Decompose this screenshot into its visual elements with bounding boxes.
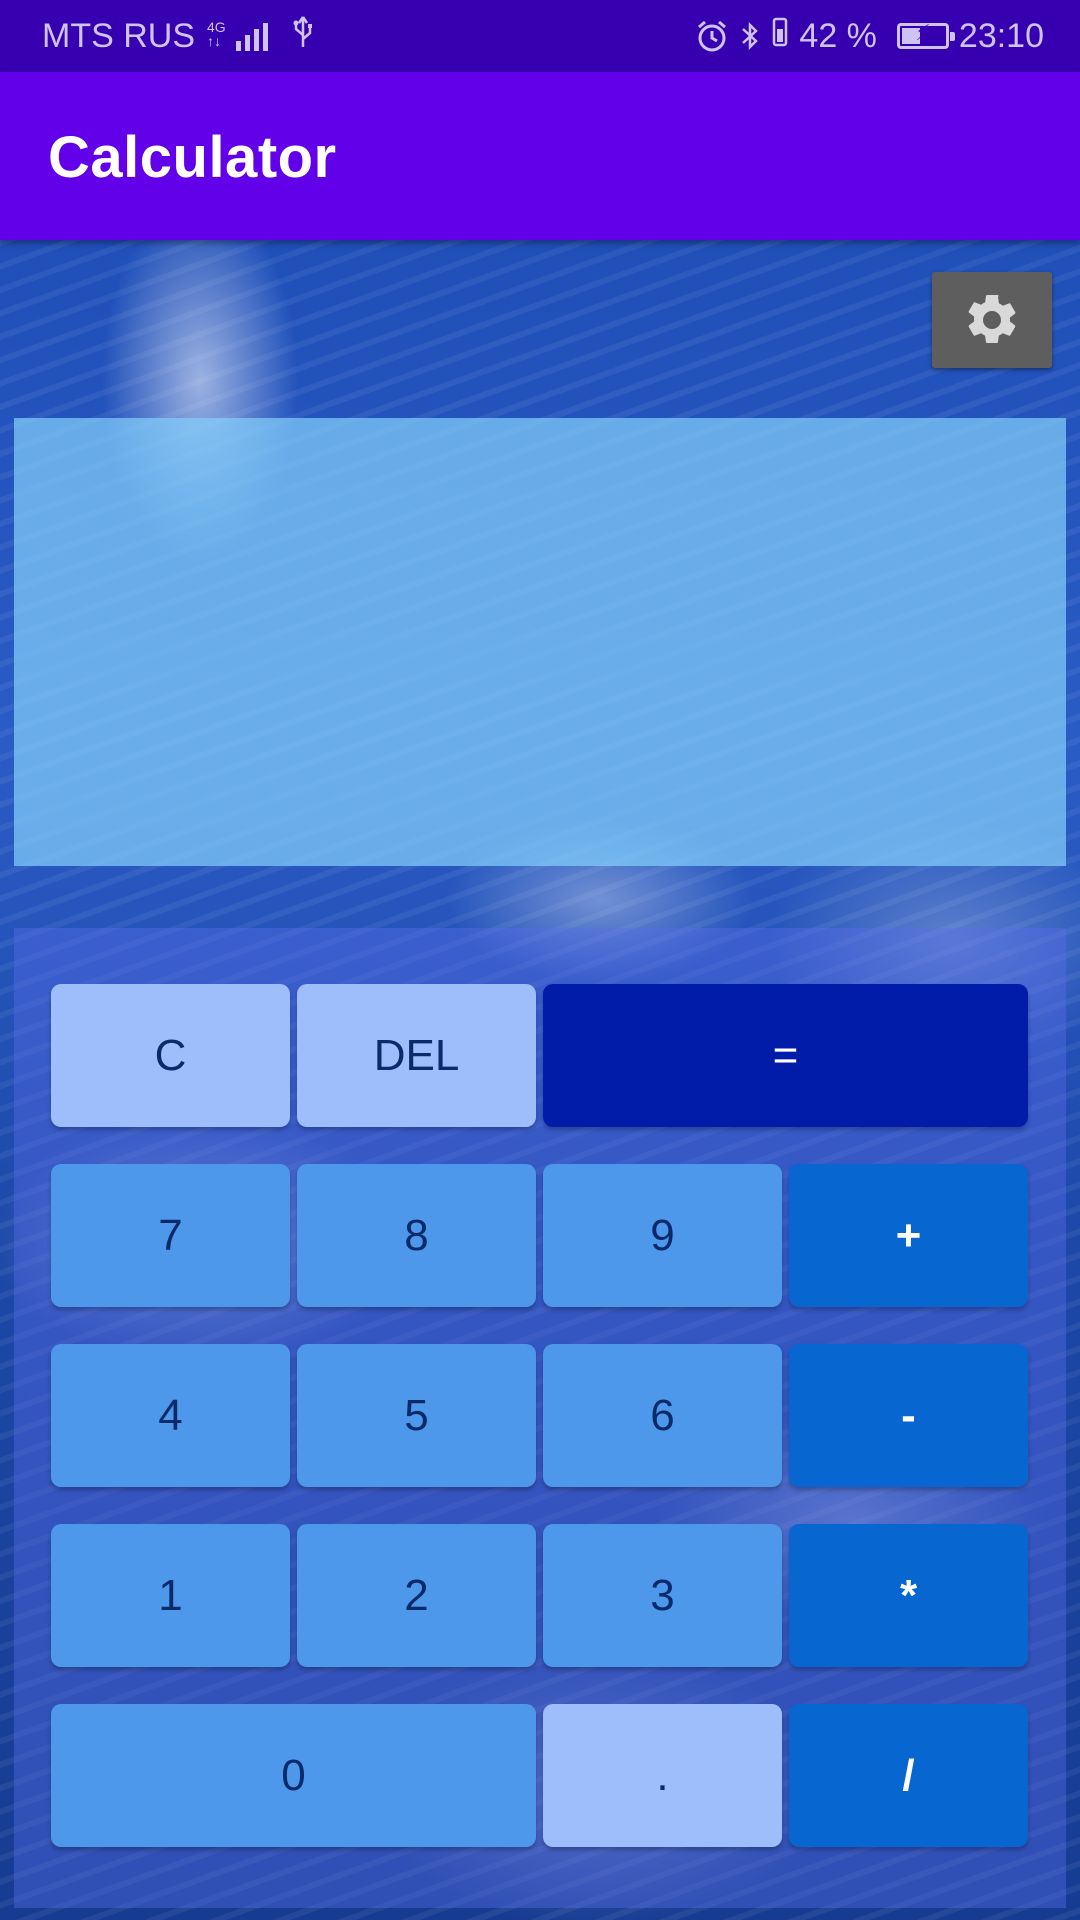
usb-icon — [292, 15, 314, 57]
digit-5-button[interactable]: 5 — [297, 1344, 536, 1487]
delete-button[interactable]: DEL — [297, 984, 536, 1127]
digit-4-button[interactable]: 4 — [51, 1344, 290, 1487]
minus-button[interactable]: - — [789, 1344, 1028, 1487]
signal-icon — [235, 21, 268, 51]
alarm-icon — [695, 19, 729, 53]
network-type-label: 4G — [207, 19, 226, 35]
digit-8-button[interactable]: 8 — [297, 1164, 536, 1307]
decimal-point-button[interactable]: . — [543, 1704, 782, 1847]
network-type-icon: 4G ↑↓ — [207, 20, 226, 48]
digit-9-button[interactable]: 9 — [543, 1164, 782, 1307]
status-right: 42 % ⚡ 23:10 — [695, 15, 1044, 58]
result-display — [14, 418, 1066, 866]
multiply-button[interactable]: * — [789, 1524, 1028, 1667]
gear-icon — [968, 294, 1016, 343]
network-activity-label: ↑↓ — [207, 33, 221, 49]
charging-bolt-icon: ⚡ — [915, 20, 931, 45]
bluetooth-icon — [739, 19, 761, 53]
digit-3-button[interactable]: 3 — [543, 1524, 782, 1667]
digit-1-button[interactable]: 1 — [51, 1524, 290, 1667]
digit-6-button[interactable]: 6 — [543, 1344, 782, 1487]
settings-button[interactable] — [932, 272, 1052, 368]
carrier-name: MTS RUS — [42, 16, 195, 55]
battery-percent: 42 % — [799, 16, 877, 55]
digit-7-button[interactable]: 7 — [51, 1164, 290, 1307]
calculator-screen: MTS RUS 4G ↑↓ 42 % ⚡ 23:10 Calculator C … — [0, 0, 1080, 1920]
status-bar: MTS RUS 4G ↑↓ 42 % ⚡ 23:10 — [0, 0, 1080, 72]
vibrate-icon — [771, 15, 789, 58]
equals-button[interactable]: = — [543, 984, 1028, 1127]
app-title: Calculator — [48, 125, 337, 190]
clock: 23:10 — [958, 16, 1044, 55]
plus-button[interactable]: + — [789, 1164, 1028, 1307]
app-bar: Calculator — [0, 72, 1080, 240]
battery-icon: ⚡ — [896, 20, 955, 49]
digit-0-button[interactable]: 0 — [51, 1704, 536, 1847]
digit-2-button[interactable]: 2 — [297, 1524, 536, 1667]
divide-button[interactable]: / — [789, 1704, 1028, 1847]
clear-button[interactable]: C — [51, 984, 290, 1127]
status-left: MTS RUS 4G ↑↓ — [42, 15, 314, 57]
